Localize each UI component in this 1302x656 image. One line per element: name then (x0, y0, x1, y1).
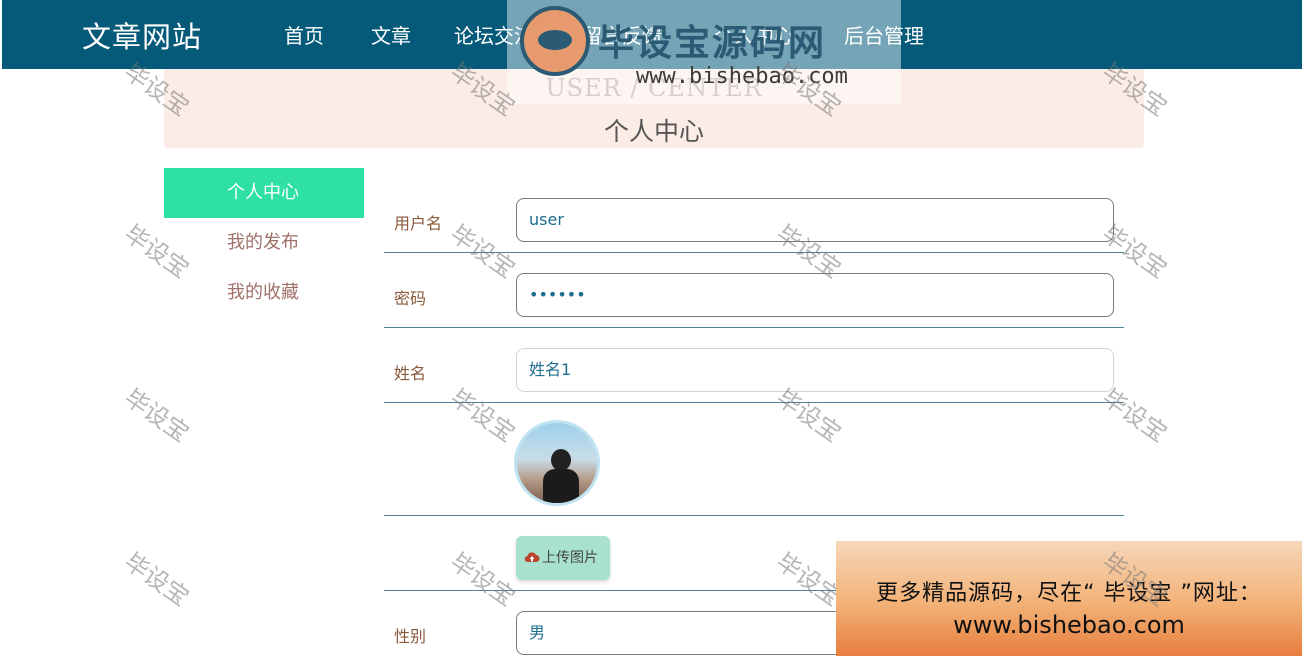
watermark-stamp: 毕设宝 (119, 547, 195, 612)
sidebar-item-my-posts[interactable]: 我的发布 (164, 218, 364, 268)
promo-url: www.bishebao.com (953, 611, 1185, 639)
upload-label: 上传图片 (542, 550, 598, 566)
site-brand[interactable]: 文章网站 (82, 14, 202, 56)
watermark-title: 毕设宝源码网 (598, 23, 827, 64)
nav-articles[interactable]: 文章 (371, 20, 411, 49)
form-row-avatar (384, 403, 1124, 516)
gender-label: 性别 (394, 627, 427, 646)
password-input[interactable]: •••••• (516, 273, 1114, 317)
promo-banner[interactable]: 更多精品源码，尽在“ 毕设宝 ”网址： www.bishebao.com (836, 541, 1302, 656)
cloud-upload-icon (524, 552, 540, 563)
watermark-stamp: 毕设宝 (119, 383, 195, 448)
promo-text: 更多精品源码，尽在“ 毕设宝 ”网址： (876, 581, 1262, 606)
avatar (514, 420, 600, 506)
form-row-password: 密码 •••••• (384, 253, 1124, 328)
form-row-username: 用户名 user (384, 190, 1124, 253)
upload-image-button[interactable]: 上传图片 (516, 536, 610, 580)
sidebar-item-my-favorites[interactable]: 我的收藏 (164, 268, 364, 318)
sidebar-item-user-center[interactable]: 个人中心 (164, 168, 364, 218)
name-label: 姓名 (394, 364, 427, 383)
watermark-logo-icon (520, 6, 590, 76)
nav-home[interactable]: 首页 (284, 20, 324, 49)
watermark-url: www.bishebao.com (636, 64, 848, 89)
username-label: 用户名 (394, 214, 443, 233)
page-title: 个人中心 (603, 117, 704, 146)
password-label: 密码 (394, 289, 427, 308)
name-input[interactable]: 姓名1 (516, 348, 1114, 392)
username-input[interactable]: user (516, 198, 1114, 242)
form-row-name: 姓名 姓名1 (384, 328, 1124, 403)
